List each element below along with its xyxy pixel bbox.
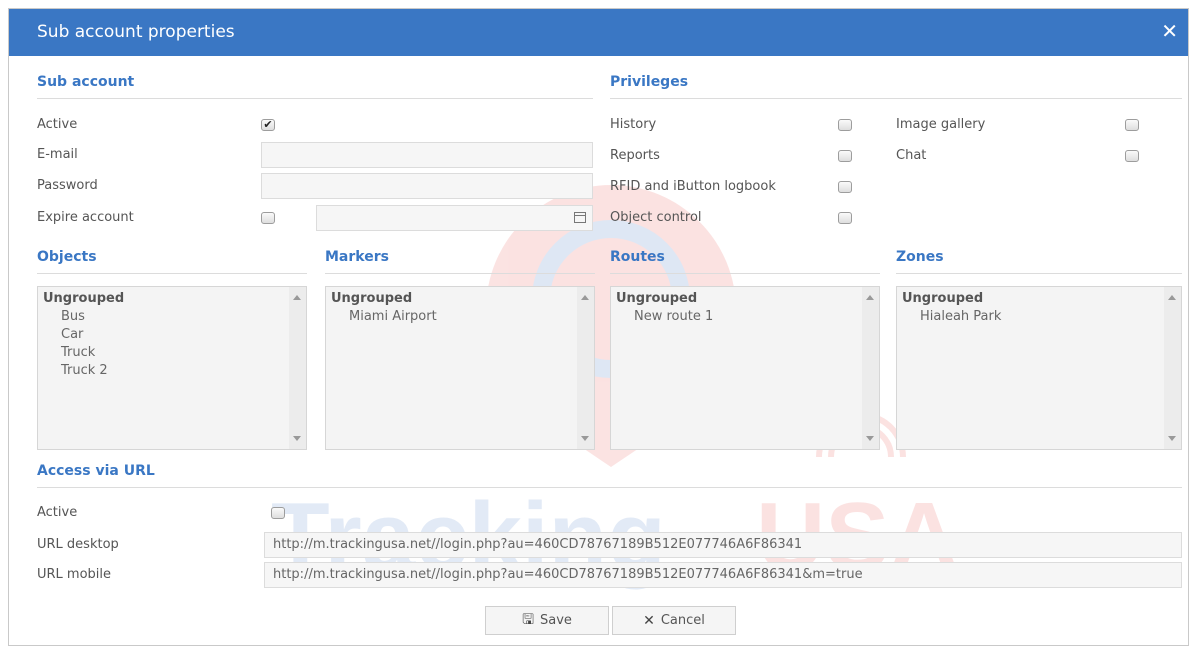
privilege-reports-label: Reports (610, 148, 660, 163)
email-field[interactable] (261, 142, 593, 168)
cancel-button-label: Cancel (660, 613, 705, 628)
object-item-car[interactable]: Car (43, 326, 288, 344)
url-active-label: Active (37, 505, 78, 520)
active-label: Active (37, 117, 78, 132)
url-active-checkbox[interactable] (271, 507, 285, 519)
marker-item-miami-airport[interactable]: Miami Airport (331, 308, 576, 326)
sub-account-heading: Sub account (37, 74, 135, 90)
privilege-image-gallery-checkbox[interactable] (1125, 119, 1139, 131)
object-item-bus[interactable]: Bus (43, 308, 288, 326)
scroll-down-icon[interactable] (293, 436, 301, 441)
dialog-titlebar: Sub account properties ✕ (9, 9, 1188, 56)
expire-account-label: Expire account (37, 210, 134, 225)
objects-heading: Objects (37, 249, 97, 265)
scroll-down-icon[interactable] (1168, 436, 1176, 441)
privileges-heading: Privileges (610, 74, 689, 90)
scroll-up-icon[interactable] (581, 295, 589, 300)
divider (37, 98, 593, 99)
markers-heading: Markers (325, 249, 389, 265)
access-via-url-heading: Access via URL (37, 463, 155, 479)
privilege-rfid-checkbox[interactable] (838, 181, 852, 193)
zones-group-ungrouped[interactable]: Ungrouped (902, 290, 1163, 308)
routes-heading: Routes (610, 249, 665, 265)
expire-date-field[interactable] (316, 205, 593, 231)
scroll-down-icon[interactable] (866, 436, 874, 441)
divider (896, 273, 1182, 274)
object-item-truck[interactable]: Truck (43, 344, 288, 362)
divider (610, 273, 880, 274)
url-desktop-label: URL desktop (37, 537, 119, 552)
password-field[interactable] (261, 173, 593, 199)
divider (325, 273, 595, 274)
close-x-icon: ✕ (643, 612, 655, 629)
privilege-image-gallery-label: Image gallery (896, 117, 986, 132)
privilege-history-label: History (610, 117, 657, 132)
zones-scrollbar[interactable] (1164, 287, 1181, 449)
privilege-object-control-label: Object control (610, 210, 702, 225)
privilege-chat-label: Chat (896, 148, 927, 163)
objects-scrollbar[interactable] (289, 287, 306, 449)
route-item-new-route-1[interactable]: New route 1 (616, 308, 861, 326)
divider (37, 487, 1182, 488)
objects-group-ungrouped[interactable]: Ungrouped (43, 290, 288, 308)
calendar-icon[interactable] (574, 212, 586, 223)
save-button[interactable]: 🖫 Save (485, 606, 609, 635)
routes-scrollbar[interactable] (862, 287, 879, 449)
objects-list[interactable]: Ungrouped Bus Car Truck Truck 2 (37, 286, 307, 450)
privilege-object-control-checkbox[interactable] (838, 212, 852, 224)
expire-account-checkbox[interactable] (261, 212, 275, 224)
url-mobile-label: URL mobile (37, 567, 112, 582)
scroll-down-icon[interactable] (581, 436, 589, 441)
privilege-reports-checkbox[interactable] (838, 150, 852, 162)
zones-list[interactable]: Ungrouped Hialeah Park (896, 286, 1182, 450)
routes-group-ungrouped[interactable]: Ungrouped (616, 290, 861, 308)
close-icon[interactable]: ✕ (1161, 19, 1178, 43)
markers-list[interactable]: Ungrouped Miami Airport (325, 286, 595, 450)
scroll-up-icon[interactable] (866, 295, 874, 300)
divider (37, 273, 307, 274)
email-label: E-mail (37, 147, 78, 162)
active-checkbox[interactable]: ✔ (261, 119, 275, 131)
scroll-up-icon[interactable] (293, 295, 301, 300)
privilege-rfid-label: RFID and iButton logbook (610, 179, 776, 194)
object-item-truck-2[interactable]: Truck 2 (43, 362, 288, 380)
url-desktop-field[interactable]: http://m.trackingusa.net//login.php?au=4… (264, 532, 1182, 558)
dialog-title: Sub account properties (37, 22, 235, 42)
scroll-up-icon[interactable] (1168, 295, 1176, 300)
markers-scrollbar[interactable] (577, 287, 594, 449)
save-button-label: Save (540, 613, 572, 628)
privilege-history-checkbox[interactable] (838, 119, 852, 131)
password-label: Password (37, 178, 98, 193)
zones-heading: Zones (896, 249, 944, 265)
privilege-chat-checkbox[interactable] (1125, 150, 1139, 162)
floppy-disk-icon: 🖫 (522, 611, 534, 628)
zone-item-hialeah-park[interactable]: Hialeah Park (902, 308, 1163, 326)
cancel-button[interactable]: ✕ Cancel (612, 606, 736, 635)
url-mobile-field[interactable]: http://m.trackingusa.net//login.php?au=4… (264, 562, 1182, 588)
sub-account-dialog: Tracking USA Sub account properties ✕ Su… (8, 8, 1189, 646)
divider (610, 98, 1182, 99)
markers-group-ungrouped[interactable]: Ungrouped (331, 290, 576, 308)
routes-list[interactable]: Ungrouped New route 1 (610, 286, 880, 450)
